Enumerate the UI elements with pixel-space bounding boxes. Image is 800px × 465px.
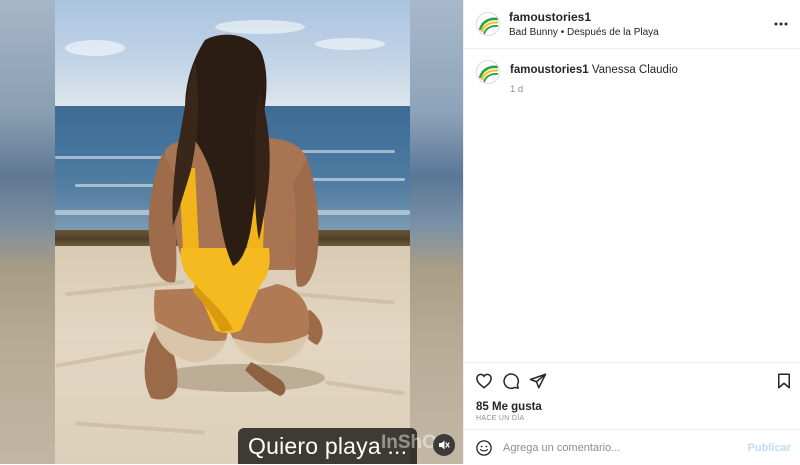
mute-button[interactable] [433, 434, 455, 456]
rainbow-logo-icon [478, 65, 499, 83]
comment-username[interactable]: famoustories1 [510, 64, 589, 76]
rainbow-logo-icon [478, 17, 499, 35]
beach-photo [55, 0, 410, 464]
avatar[interactable] [476, 12, 500, 36]
post-media[interactable]: Quiero playa ... InShO [0, 0, 463, 464]
music-track[interactable]: Después de la Playa [567, 27, 659, 38]
instagram-post: Quiero playa ... InShO famoustories1 Bad… [0, 0, 800, 464]
avatar[interactable] [476, 60, 500, 84]
caption-comment: famoustories1 Vanessa Claudio 1 d [476, 60, 791, 95]
music-artist[interactable]: Bad Bunny [509, 27, 558, 38]
post-actions: 85 Me gusta HACE UN DÍA Publicar [464, 362, 800, 464]
paper-plane-icon[interactable] [529, 372, 547, 390]
bookmark-icon[interactable] [775, 372, 793, 390]
blurred-background-right [410, 0, 463, 464]
post-side-panel: famoustories1 Bad Bunny • Después de la … [463, 0, 800, 464]
comment-bubble-icon[interactable] [502, 372, 520, 390]
post-time-ago[interactable]: HACE UN DÍA [476, 415, 524, 422]
emoji-icon[interactable] [475, 439, 493, 457]
publish-button[interactable]: Publicar [748, 442, 791, 454]
comment-input[interactable] [503, 441, 733, 454]
music-separator: • [560, 27, 565, 38]
add-comment-bar: Publicar [464, 429, 800, 465]
blurred-background-left [0, 0, 55, 464]
speaker-muted-icon [439, 440, 450, 450]
comment-timestamp[interactable]: 1 d [510, 84, 678, 95]
more-dots-icon[interactable] [774, 17, 788, 31]
woman-figure [144, 34, 325, 400]
post-author-username[interactable]: famoustories1 [509, 10, 659, 24]
heart-icon[interactable] [475, 372, 493, 390]
comment-text: Vanessa Claudio [591, 64, 678, 76]
post-header: famoustories1 Bad Bunny • Después de la … [464, 0, 800, 49]
app-watermark: InShO [381, 432, 437, 453]
likes-count[interactable]: 85 Me gusta [476, 401, 542, 413]
music-info[interactable]: Bad Bunny • Después de la Playa [509, 27, 659, 38]
